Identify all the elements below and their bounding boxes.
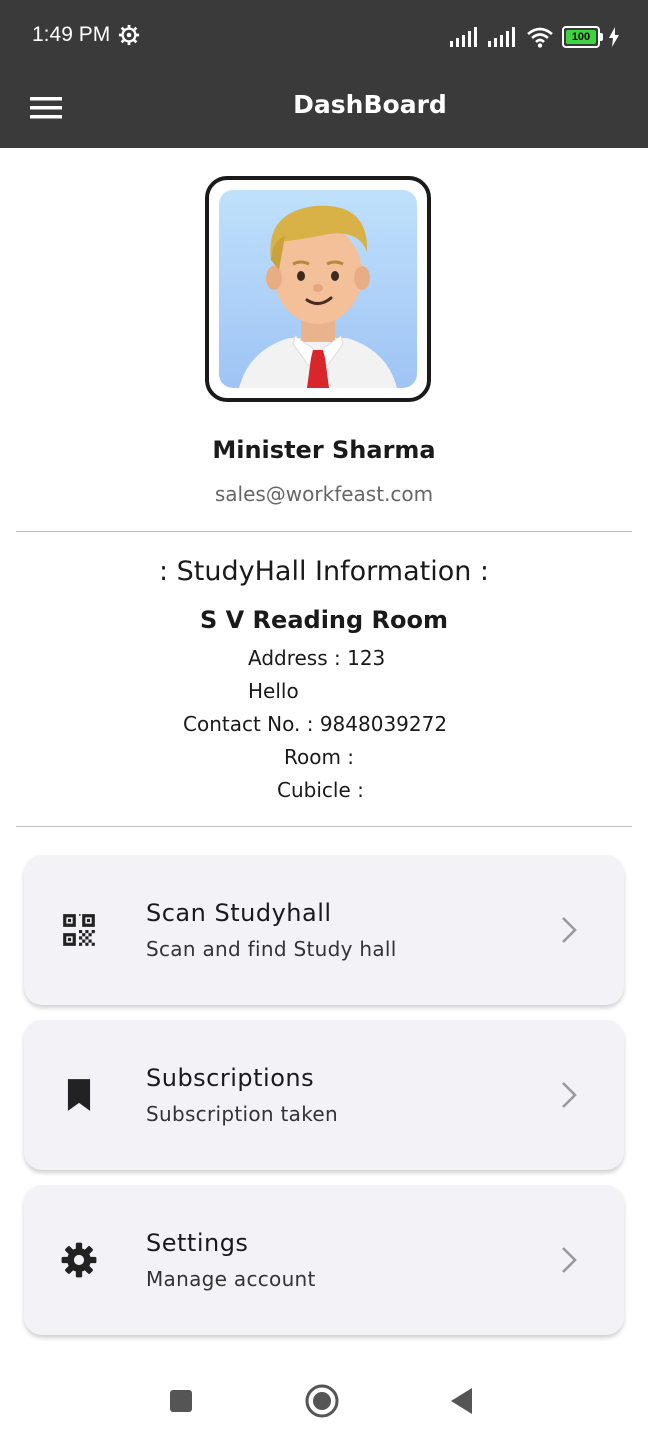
studyhall-address-line2: Hello — [248, 679, 299, 703]
card-subtitle: Subscription taken — [146, 1102, 338, 1126]
home-icon[interactable] — [303, 1382, 341, 1420]
divider — [16, 826, 632, 827]
profile-name: Minister Sharma — [212, 436, 436, 464]
profile-email: sales@workfeast.com — [214, 482, 434, 506]
chevron-right-icon — [562, 917, 577, 943]
studyhall-room: Room : — [284, 745, 355, 769]
studyhall-section-title: : StudyHall Information : — [158, 556, 490, 587]
card-title: Scan Studyhall — [146, 899, 332, 927]
page-title: DashBoard — [293, 90, 447, 119]
card-title: Subscriptions — [146, 1064, 315, 1092]
recent-apps-icon[interactable] — [162, 1382, 200, 1420]
charging-icon — [609, 27, 619, 47]
settings-icon — [61, 1242, 97, 1278]
signal-icon — [488, 27, 515, 47]
chevron-right-icon — [562, 1082, 577, 1108]
bookmark-icon — [67, 1079, 91, 1111]
system-nav-bar — [0, 1360, 648, 1440]
settings-card[interactable]: Settings Manage account — [24, 1185, 624, 1335]
card-title: Settings — [146, 1229, 249, 1257]
battery-icon: 100 — [562, 26, 603, 48]
studyhall-address: Address : 123 — [248, 646, 386, 670]
card-subtitle: Scan and find Study hall — [146, 937, 397, 961]
wifi-icon — [527, 27, 553, 48]
scan-studyhall-card[interactable]: Scan Studyhall Scan and find Study hall — [24, 855, 624, 1005]
studyhall-name: S V Reading Room — [199, 606, 448, 634]
chevron-right-icon — [562, 1247, 577, 1273]
status-time: 1:49 PM — [32, 23, 111, 46]
studyhall-cubicle: Cubicle : — [277, 778, 364, 802]
signal-icon — [450, 27, 477, 47]
battery-level: 100 — [571, 31, 591, 43]
app-bar: DashBoard — [0, 72, 648, 148]
studyhall-contact: Contact No. : 9848039272 — [183, 712, 448, 736]
status-bar: 1:49 PM 100 — [0, 0, 648, 72]
card-subtitle: Manage account — [146, 1267, 316, 1291]
status-icons: 100 — [450, 24, 620, 50]
avatar — [205, 176, 431, 402]
settings-gear-icon — [118, 24, 140, 46]
divider — [16, 531, 632, 532]
avatar-illustration — [219, 190, 417, 388]
subscriptions-card[interactable]: Subscriptions Subscription taken — [24, 1020, 624, 1170]
qr-code-icon — [63, 914, 95, 946]
back-icon[interactable] — [443, 1382, 481, 1420]
